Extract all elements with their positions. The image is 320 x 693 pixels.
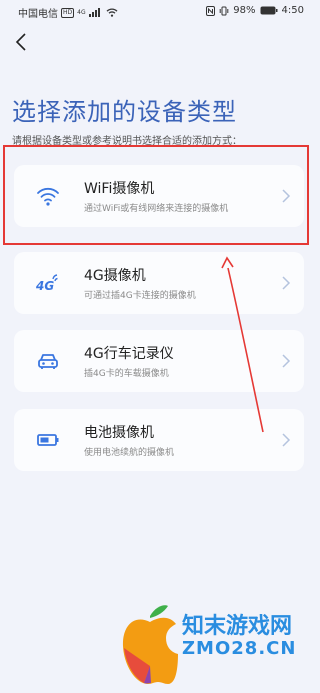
- device-option-description: 通过WiFi或有线网络来连接的摄像机: [84, 204, 229, 214]
- device-option-description: 插4G卡的车载摄像机: [84, 369, 169, 379]
- page-title: 选择添加的设备类型: [12, 98, 237, 126]
- status-left: 中国电信 HD 4G: [18, 5, 118, 20]
- page-subtitle: 请根据设备类型或参考说明书选择合适的添加方式：: [12, 136, 242, 147]
- device-option-wifi-camera[interactable]: WiFi摄像机 通过WiFi或有线网络来连接的摄像机: [14, 165, 304, 227]
- device-option-title: 4G摄像机: [84, 268, 146, 284]
- navigation-bar: [0, 671, 320, 693]
- status-bar: 中国电信 HD 4G 98% 4:50: [0, 0, 320, 24]
- chevron-right-icon: [282, 276, 291, 290]
- battery-status-icon: [260, 6, 278, 15]
- chevron-right-icon: [282, 433, 291, 447]
- wifi-icon: [37, 187, 59, 206]
- device-option-battery-camera[interactable]: 电池摄像机 使用电池续航的摄像机: [14, 409, 304, 471]
- device-option-description: 使用电池续航的摄像机: [84, 448, 175, 458]
- chevron-right-icon: [282, 354, 291, 368]
- vibrate-icon: [219, 6, 229, 15]
- device-option-4g-dashcam[interactable]: 4G行车记录仪 插4G卡的车载摄像机: [14, 330, 304, 392]
- device-option-4g-camera[interactable]: 4G 4G摄像机 可通过插4G卡连接的摄像机: [14, 252, 304, 314]
- clock-time: 4:50: [281, 5, 304, 16]
- 4g-icon: 4G: [36, 274, 58, 293]
- signal-icon: [88, 8, 100, 17]
- watermark-title: 知末游戏网: [182, 614, 293, 639]
- wifi-status-icon: [106, 8, 118, 17]
- device-option-title: 4G行车记录仪: [84, 346, 174, 362]
- nfc-icon: [206, 5, 216, 16]
- back-button[interactable]: [10, 30, 34, 54]
- svg-text:4G: 4G: [36, 279, 54, 293]
- status-right: 98% 4:50: [206, 5, 304, 16]
- device-option-title: 电池摄像机: [84, 425, 154, 441]
- network-type: 4G: [77, 9, 86, 16]
- carrier-label: 中国电信: [18, 9, 58, 20]
- watermark-domain: ZMO28.CN: [182, 638, 297, 659]
- device-option-title: WiFi摄像机: [84, 181, 155, 197]
- car-icon: [38, 354, 58, 369]
- hd-badge: HD: [61, 7, 75, 18]
- chevron-left-icon: [15, 33, 26, 51]
- device-option-description: 可通过插4G卡连接的摄像机: [84, 291, 196, 301]
- battery-icon: [37, 434, 59, 446]
- chevron-right-icon: [282, 189, 291, 203]
- battery-percent: 98%: [233, 5, 256, 16]
